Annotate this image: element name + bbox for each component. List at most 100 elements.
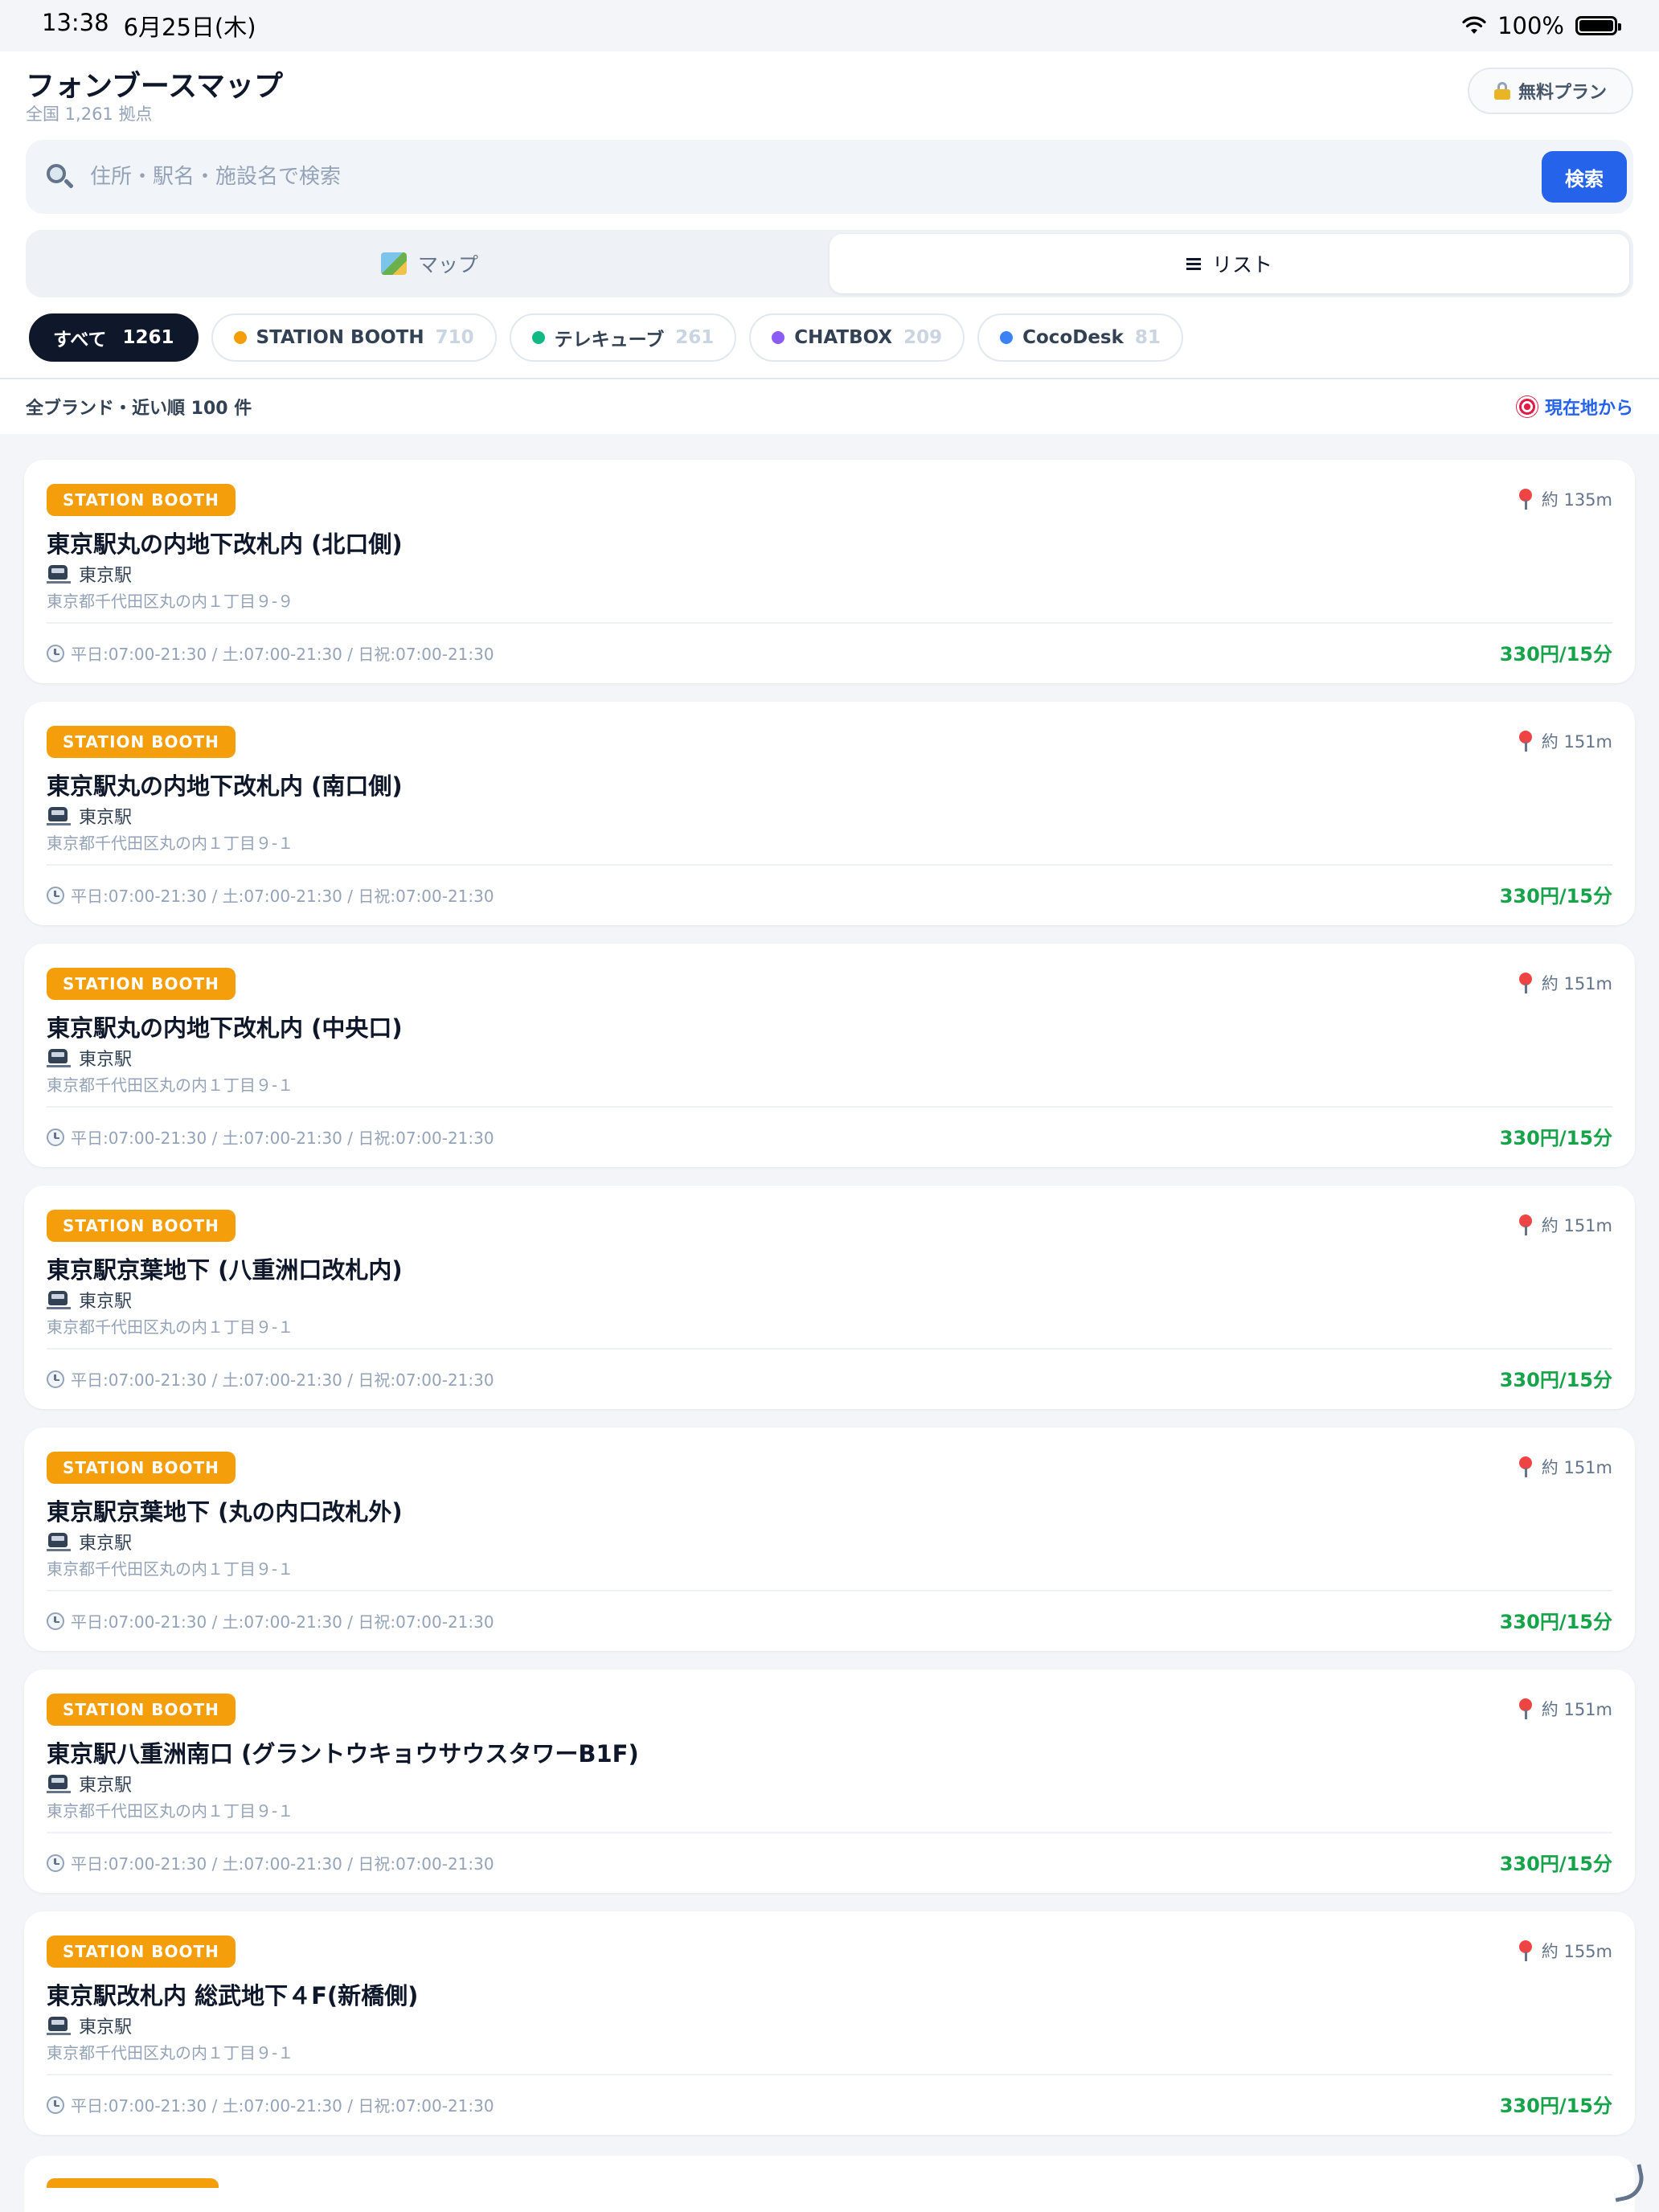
filter-chip-cocodesk[interactable]: CocoDesk 81 [977,313,1183,362]
station: 東京駅 [47,561,132,587]
filter-count: 1261 [122,327,174,348]
train-icon [47,2015,71,2036]
booth-card-partial[interactable] [24,2156,1635,2212]
hours-text: 平日:07:00-21:30 / 土:07:00-21:30 / 日祝:07:0… [71,1612,494,1632]
address: 東京都千代田区丸の内１丁目９-１ [47,1317,294,1337]
plan-button-label: 無料プラン [1518,83,1607,103]
brand-dot-icon [531,331,545,344]
booth-name: 東京駅丸の内地下改札内 (南口側) [47,772,403,800]
distance: 約 155m [1518,1939,1612,1963]
clock-icon [47,2095,64,2114]
filter-label: テレキューブ [554,330,665,350]
search-icon [45,162,74,191]
filter-count: 261 [675,327,715,348]
clock-icon [47,644,64,662]
clock-icon [47,1612,64,1630]
distance-value: 約 151m [1541,1700,1612,1719]
locate-button-label: 現在地から [1544,399,1633,419]
distance-value: 約 151m [1541,732,1612,752]
station-name: 東京駅 [79,1050,133,1070]
distance: 約 151m [1518,1455,1612,1479]
distance: 約 151m [1518,1213,1612,1237]
station-name: 東京駅 [79,566,133,586]
distance: 約 135m [1518,487,1612,511]
status-bar: 13:38 6月25日(木) 100% [0,0,1659,51]
map-icon [380,252,407,275]
search-bar: 検索 [26,140,1633,214]
address: 東京都千代田区丸の内１丁目９-９ [47,592,294,611]
opening-hours: 平日:07:00-21:30 / 土:07:00-21:30 / 日祝:07:0… [47,641,494,665]
filter-label: CocoDesk [1022,327,1124,348]
view-toggle: マップ リスト [26,230,1633,297]
hours-text: 平日:07:00-21:30 / 土:07:00-21:30 / 日祝:07:0… [71,887,494,906]
booth-card[interactable]: STATION BOOTH 約 151m 東京駅丸の内地下改札内 (南口側) 東… [24,702,1635,925]
address: 東京都千代田区丸の内１丁目９-１ [47,834,294,853]
train-icon [47,805,71,826]
train-icon [47,1047,71,1068]
battery-percent: 100% [1497,12,1564,39]
clock-icon [47,1854,64,1872]
brand-badge: STATION BOOTH [47,1936,236,1968]
filter-chip-chatbox[interactable]: CHATBOX 209 [749,313,965,362]
card-divider [47,622,1612,624]
price: 330円/15分 [1499,2095,1612,2117]
brand-badge: STATION BOOTH [47,484,236,516]
card-divider [47,1106,1612,1108]
distance-value: 約 135m [1541,490,1612,510]
brand-badge: STATION BOOTH [47,1210,236,1242]
booth-name: 東京駅丸の内地下改札内 (中央口) [47,1014,403,1042]
tab-list[interactable]: リスト [830,234,1629,293]
booth-card[interactable]: STATION BOOTH 約 151m 東京駅八重洲南口 (グラントウキョウサ… [24,1669,1635,1893]
booth-name: 東京駅改札内 総武地下４F(新橋側) [47,1982,419,2009]
price: 330円/15分 [1499,1369,1612,1391]
price: 330円/15分 [1499,643,1612,666]
page-title: フォンブースマップ [26,70,284,103]
filter-chip-all[interactable]: すべて 1261 [29,313,199,362]
battery-icon [1575,16,1621,35]
brand-badge: STATION BOOTH [47,1452,236,1484]
filter-count: 209 [903,327,943,348]
search-button[interactable]: 検索 [1542,151,1627,203]
scroll-handle-icon[interactable] [1609,2164,1648,2202]
status-time: 13:38 [42,9,109,36]
station: 東京駅 [47,1771,132,1796]
booth-card[interactable]: STATION BOOTH 約 151m 東京駅京葉地下 (丸の内口改札外) 東… [24,1428,1635,1651]
filter-chip-telecube[interactable]: テレキューブ 261 [509,313,737,362]
pin-icon [1518,1940,1534,1961]
opening-hours: 平日:07:00-21:30 / 土:07:00-21:30 / 日祝:07:0… [47,1851,494,1874]
tab-map-label: マップ [417,253,478,276]
sort-bar: 全ブランド・近い順 100 件 現在地から [0,379,1659,434]
pin-icon [1518,489,1534,510]
station: 東京駅 [47,1529,132,1555]
station-name: 東京駅 [79,1534,133,1554]
status-date: 6月25日(木) [123,14,256,41]
opening-hours: 平日:07:00-21:30 / 土:07:00-21:30 / 日祝:07:0… [47,1367,494,1391]
filter-count: 81 [1134,327,1161,348]
locate-button[interactable]: 現在地から [1515,394,1633,420]
booth-name: 東京駅八重洲南口 (グラントウキョウサウスタワーB1F) [47,1740,639,1768]
address: 東京都千代田区丸の内１丁目９-１ [47,1801,294,1821]
booth-card[interactable]: STATION BOOTH 約 151m 東京駅京葉地下 (八重洲口改札内) 東… [24,1186,1635,1409]
pin-icon [1518,1456,1534,1477]
filter-count: 710 [435,327,474,348]
search-input[interactable] [90,165,1521,189]
price: 330円/15分 [1499,885,1612,907]
station-name: 東京駅 [79,1776,133,1796]
booth-card[interactable]: STATION BOOTH 約 155m 東京駅改札内 総武地下４F(新橋側) … [24,1911,1635,2135]
tab-map[interactable]: マップ [30,234,830,293]
tab-list-label: リスト [1211,253,1272,276]
hours-text: 平日:07:00-21:30 / 土:07:00-21:30 / 日祝:07:0… [71,1129,494,1148]
hours-text: 平日:07:00-21:30 / 土:07:00-21:30 / 日祝:07:0… [71,645,494,664]
brand-badge [47,2178,219,2188]
booth-card[interactable]: STATION BOOTH 約 135m 東京駅丸の内地下改札内 (北口側) 東… [24,460,1635,683]
distance: 約 151m [1518,971,1612,995]
address: 東京都千代田区丸の内１丁目９-１ [47,1075,294,1095]
booth-card[interactable]: STATION BOOTH 約 151m 東京駅丸の内地下改札内 (中央口) 東… [24,944,1635,1167]
wifi-icon [1462,16,1486,34]
card-divider [47,1348,1612,1350]
filter-chip-station-booth[interactable]: STATION BOOTH 710 [211,313,497,362]
brand-dot-icon [233,331,247,344]
address: 東京都千代田区丸の内１丁目９-１ [47,1559,294,1579]
clock-icon [47,886,64,904]
plan-button[interactable]: 無料プラン [1468,68,1633,114]
